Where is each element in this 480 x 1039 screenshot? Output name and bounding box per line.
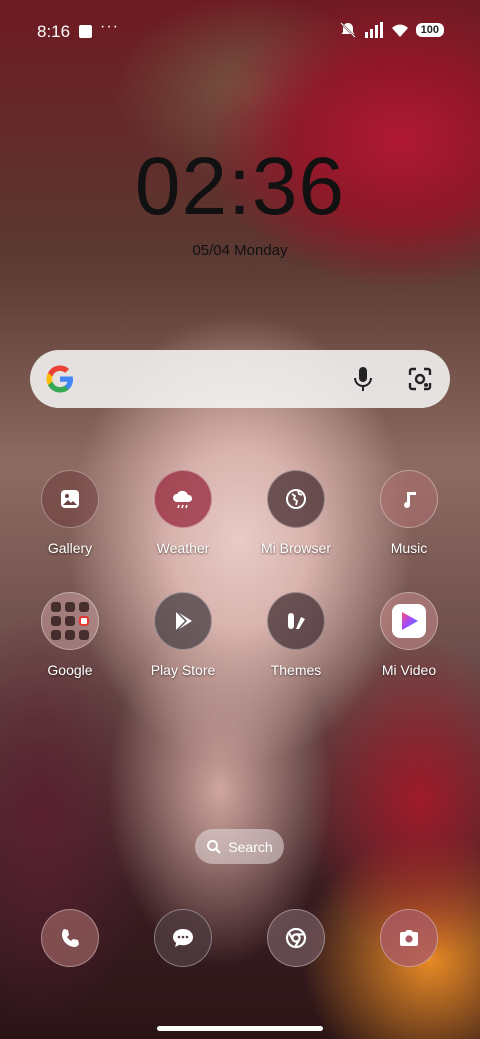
- app-play-store[interactable]: Play Store: [133, 592, 233, 678]
- wifi-icon: [391, 24, 408, 37]
- home-gesture-bar[interactable]: [157, 1026, 323, 1031]
- status-time: 8:16: [37, 22, 71, 41]
- weather-icon: [154, 470, 212, 528]
- phone-icon: [62, 929, 79, 947]
- status-icons: 100: [338, 20, 444, 40]
- dock-chrome[interactable]: [267, 909, 325, 967]
- dock-phone[interactable]: [41, 909, 99, 967]
- app-label: Mi Browser: [260, 540, 331, 556]
- app-weather[interactable]: Weather: [133, 470, 233, 556]
- lens-search-icon[interactable]: [406, 365, 434, 393]
- app-search-label: Search: [228, 838, 273, 855]
- app-label: Play Store: [150, 662, 216, 678]
- bell-muted-icon: [339, 22, 356, 38]
- app-label: Weather: [156, 540, 210, 556]
- google-search-bar[interactable]: [30, 350, 450, 408]
- signal-icon: [364, 22, 383, 38]
- more-notifications-icon: ···: [100, 18, 119, 35]
- app-label: Music: [390, 540, 428, 556]
- app-mi-video[interactable]: Mi Video: [359, 592, 459, 678]
- app-google-folder[interactable]: Google: [20, 592, 120, 678]
- play-store-icon: [154, 592, 212, 650]
- app-mi-browser[interactable]: Mi Browser: [246, 470, 346, 556]
- search-icon: [207, 839, 222, 854]
- app-gallery[interactable]: Gallery: [20, 470, 120, 556]
- battery-indicator: 100: [415, 23, 444, 37]
- gallery-icon: [41, 470, 99, 528]
- mi-video-icon: [380, 592, 438, 650]
- app-themes[interactable]: Themes: [246, 592, 346, 678]
- app-label: Mi Video: [381, 662, 437, 678]
- dock-camera[interactable]: [380, 909, 438, 967]
- app-label: Gallery: [47, 540, 93, 556]
- themes-icon: [267, 592, 325, 650]
- app-label: Themes: [270, 662, 322, 678]
- camera-icon: [400, 930, 418, 946]
- google-logo-icon: [46, 365, 73, 393]
- voice-search-icon[interactable]: [350, 365, 376, 393]
- globe-icon: [267, 470, 325, 528]
- app-music[interactable]: Music: [359, 470, 459, 556]
- app-label: Google: [47, 662, 93, 678]
- clock-time[interactable]: 02:36: [0, 140, 480, 234]
- dock-messages[interactable]: [154, 909, 212, 967]
- app-search-button[interactable]: Search: [195, 829, 284, 864]
- chrome-icon: [285, 927, 307, 949]
- music-icon: [380, 470, 438, 528]
- messages-icon: [173, 929, 193, 947]
- notification-square-icon: [79, 25, 92, 38]
- clock-date[interactable]: 05/04 Monday: [0, 242, 480, 259]
- folder-icon: [41, 592, 99, 650]
